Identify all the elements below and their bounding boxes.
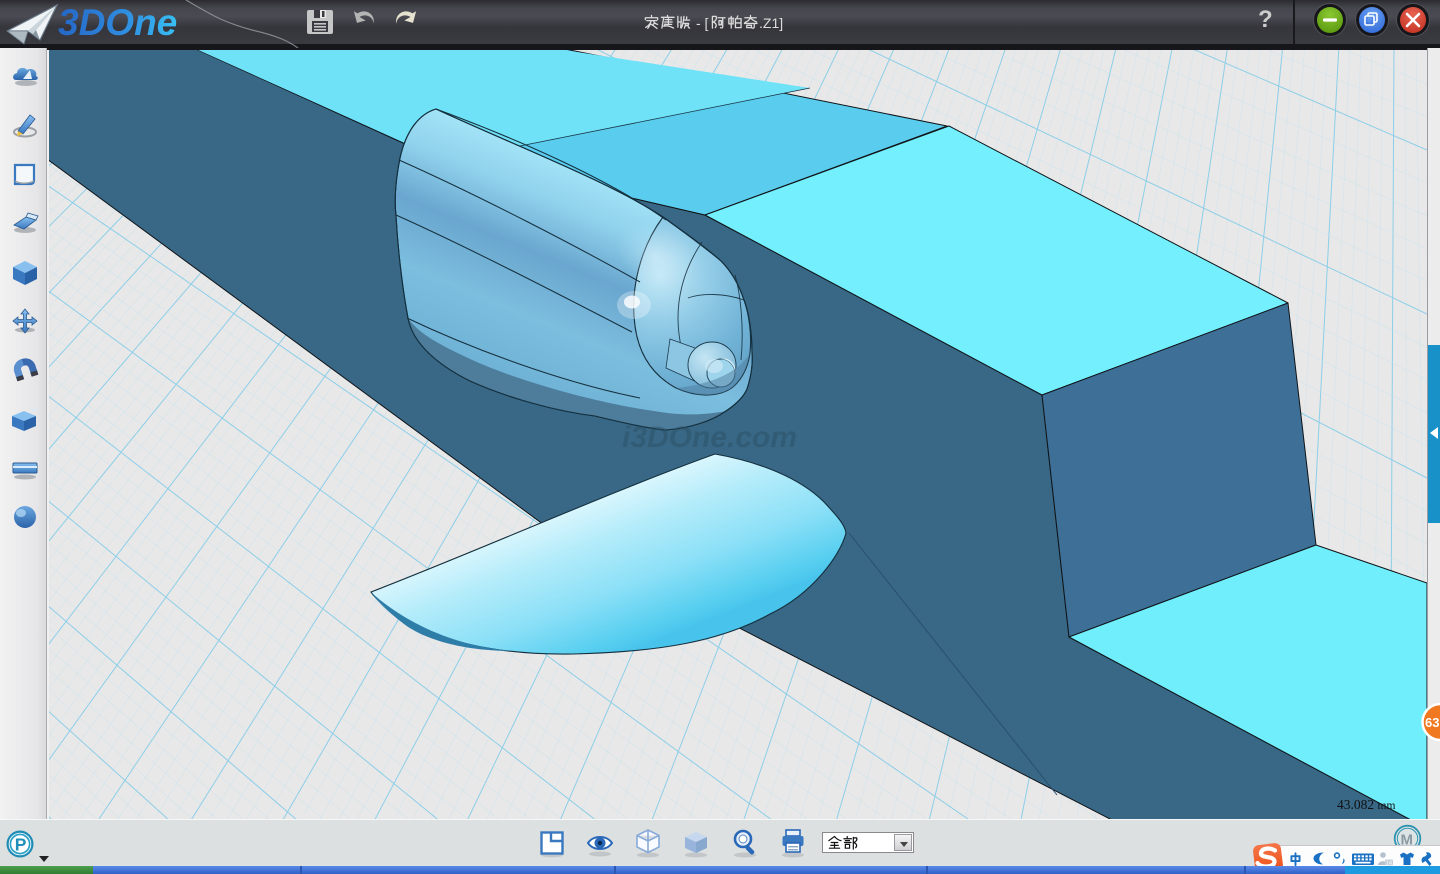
svg-text:P: P [15,834,27,854]
svg-text:63: 63 [1425,715,1439,730]
svg-text:.Z1]: .Z1] [759,15,783,31]
svg-text:3DOne: 3DOne [58,2,177,43]
svg-text:43.082 mm: 43.082 mm [1337,797,1395,812]
svg-text:- [: - [ [696,15,709,31]
svg-text:i3DOne.com: i3DOne.com [622,421,797,454]
